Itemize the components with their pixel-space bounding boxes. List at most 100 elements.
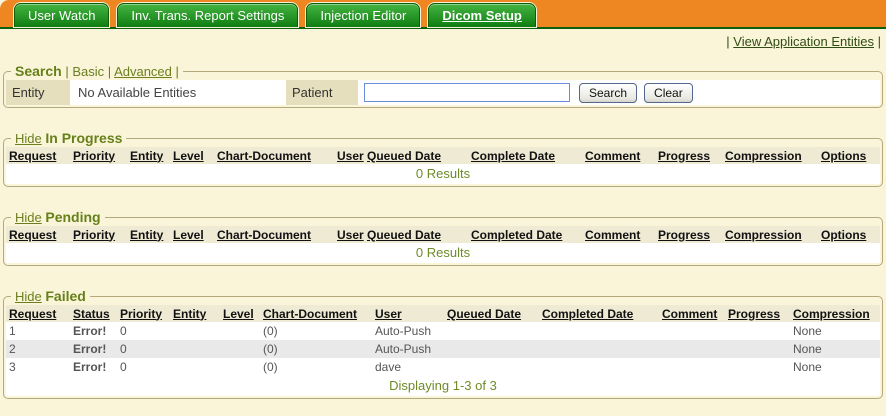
- column-header[interactable]: Comment: [582, 226, 655, 243]
- patient-search-input[interactable]: [364, 83, 570, 102]
- column-header[interactable]: Progress: [655, 226, 722, 243]
- section-failed: Hide Failed RequestStatusPriorityEntityL…: [3, 288, 883, 399]
- column-header[interactable]: Options: [818, 226, 880, 243]
- cell: [725, 340, 790, 358]
- section-title: Failed: [45, 288, 85, 304]
- clear-button[interactable]: Clear: [644, 83, 693, 103]
- divider: |: [108, 64, 111, 79]
- results-count: 0 Results: [6, 164, 880, 184]
- cell: [659, 340, 725, 358]
- column-header[interactable]: Level: [220, 305, 260, 322]
- column-header[interactable]: Request: [6, 305, 70, 322]
- column-header[interactable]: Completed Date: [539, 305, 659, 322]
- column-header[interactable]: Chart-Document: [260, 305, 372, 322]
- column-header[interactable]: Comment: [582, 147, 655, 164]
- column-header[interactable]: Comment: [659, 305, 725, 322]
- section-title: In Progress: [45, 130, 122, 146]
- column-header[interactable]: Compression: [790, 305, 880, 322]
- cell: Auto-Push: [372, 340, 444, 358]
- search-row: Entity No Available Entities Patient Sea…: [6, 80, 880, 105]
- cell: [539, 322, 659, 340]
- cell: 2: [6, 340, 70, 358]
- search-panel: Search | Basic | Advanced | Entity No Av…: [3, 63, 883, 108]
- column-header[interactable]: Chart-Document: [214, 147, 334, 164]
- paging-status: Displaying 1-3 of 3: [6, 376, 880, 396]
- column-header[interactable]: User: [334, 226, 364, 243]
- column-header[interactable]: Request: [6, 226, 70, 243]
- cell: [170, 358, 220, 376]
- table-row: 2Error!0(0)Auto-PushNone: [6, 340, 880, 358]
- column-header[interactable]: Progress: [655, 147, 722, 164]
- hide-link[interactable]: Hide: [15, 210, 42, 225]
- cell: None: [790, 358, 880, 376]
- cell: 0: [117, 358, 170, 376]
- pending-table: RequestPriorityEntityLevelChart-Document…: [6, 226, 880, 243]
- column-header[interactable]: Options: [818, 147, 880, 164]
- search-title: Search: [15, 63, 62, 79]
- table-row: 1Error!0(0)Auto-PushNone: [6, 322, 880, 340]
- search-button[interactable]: Search: [579, 83, 637, 103]
- column-header[interactable]: Level: [170, 226, 214, 243]
- advanced-search-link[interactable]: Advanced: [114, 64, 172, 79]
- tab-injection-editor[interactable]: Injection Editor: [306, 3, 420, 27]
- tab-user-watch[interactable]: User Watch: [14, 3, 109, 27]
- cell: None: [790, 340, 880, 358]
- cell: [170, 322, 220, 340]
- divider: |: [176, 64, 179, 79]
- column-header[interactable]: Priority: [70, 147, 127, 164]
- cell: 0: [117, 340, 170, 358]
- section-legend: Hide Failed: [11, 288, 90, 304]
- hide-link[interactable]: Hide: [15, 289, 42, 304]
- column-header[interactable]: User: [334, 147, 364, 164]
- header-row: RequestStatusPriorityEntityLevelChart-Do…: [6, 305, 880, 322]
- column-header[interactable]: Queued Date: [364, 226, 468, 243]
- column-header[interactable]: Entity: [170, 305, 220, 322]
- cell: 3: [6, 358, 70, 376]
- column-header[interactable]: Chart-Document: [214, 226, 334, 243]
- column-header[interactable]: Entity: [127, 147, 170, 164]
- cell: [539, 358, 659, 376]
- column-header[interactable]: Priority: [117, 305, 170, 322]
- cell: [220, 340, 260, 358]
- column-header[interactable]: Entity: [127, 226, 170, 243]
- cell: Auto-Push: [372, 322, 444, 340]
- column-header[interactable]: Completed Date: [468, 226, 582, 243]
- cell: [444, 322, 539, 340]
- header-row: RequestPriorityEntityLevelChart-Document…: [6, 147, 880, 164]
- in-progress-table: RequestPriorityEntityLevelChart-Document…: [6, 147, 880, 164]
- cell: [539, 340, 659, 358]
- column-header[interactable]: Level: [170, 147, 214, 164]
- entity-label: Entity: [6, 80, 70, 105]
- column-header[interactable]: Queued Date: [364, 147, 468, 164]
- cell: [444, 340, 539, 358]
- section-in-progress: Hide In Progress RequestPriorityEntityLe…: [3, 130, 883, 187]
- cell: (0): [260, 322, 372, 340]
- patient-label: Patient: [286, 80, 358, 105]
- cell: None: [790, 322, 880, 340]
- view-application-entities-link[interactable]: View Application Entities: [733, 34, 874, 49]
- failed-table: RequestStatusPriorityEntityLevelChart-Do…: [6, 305, 880, 376]
- cell: [725, 322, 790, 340]
- results-count: 0 Results: [6, 243, 880, 263]
- column-header[interactable]: Compression: [722, 226, 818, 243]
- column-header[interactable]: Request: [6, 147, 70, 164]
- column-header[interactable]: Complete Date: [468, 147, 582, 164]
- basic-search-link[interactable]: Basic: [72, 64, 104, 79]
- column-header[interactable]: User: [372, 305, 444, 322]
- hide-link[interactable]: Hide: [15, 131, 42, 146]
- column-header[interactable]: Progress: [725, 305, 790, 322]
- cell: [170, 340, 220, 358]
- top-tab-bar: User Watch Inv. Trans. Report Settings I…: [0, 0, 886, 29]
- column-header[interactable]: Status: [70, 305, 117, 322]
- column-header[interactable]: Priority: [70, 226, 127, 243]
- column-header[interactable]: Compression: [722, 147, 818, 164]
- divider: |: [65, 64, 68, 79]
- tab-dicom-setup[interactable]: Dicom Setup: [428, 3, 535, 27]
- divider: |: [878, 34, 881, 49]
- tab-inv-trans-report-settings[interactable]: Inv. Trans. Report Settings: [117, 3, 298, 27]
- cell: [220, 322, 260, 340]
- column-header[interactable]: Queued Date: [444, 305, 539, 322]
- section-legend: Hide In Progress: [11, 130, 126, 146]
- search-legend: Search | Basic | Advanced |: [11, 63, 183, 79]
- cell: [659, 358, 725, 376]
